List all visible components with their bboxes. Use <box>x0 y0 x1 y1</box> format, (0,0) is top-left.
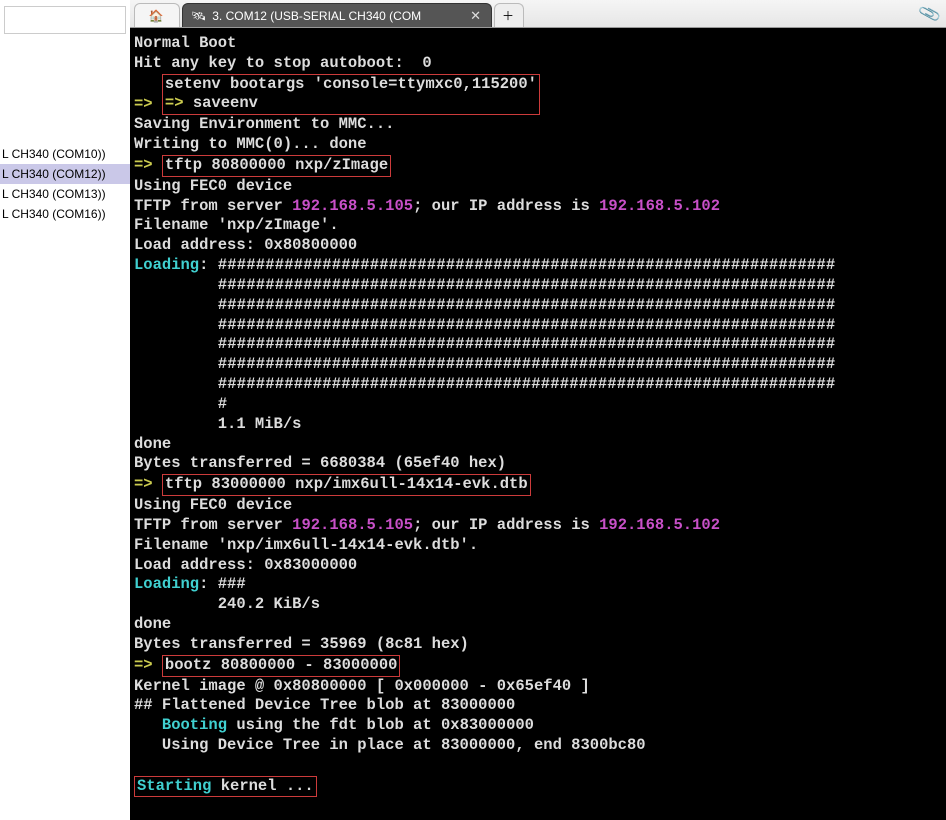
tab-add[interactable]: ＋ <box>494 3 524 27</box>
line: Saving Environment to MMC... <box>134 115 394 133</box>
line: Load address: 0x83000000 <box>134 556 357 574</box>
sidebar-item-label: L CH340 (COM12)) <box>2 167 106 181</box>
booting-label: Booting <box>162 716 227 734</box>
line: : ### <box>199 575 246 593</box>
line: done <box>134 435 171 453</box>
main-area: 🏠 🛰 3. COM12 (USB-SERIAL CH340 (COM ✕ ＋ … <box>130 0 946 820</box>
home-icon: 🏠 <box>149 9 164 23</box>
cmd-saveenv: saveenv <box>193 94 258 112</box>
line: 240.2 KiB/s <box>134 595 320 613</box>
line: using the fdt blob at 0x83000000 <box>227 716 534 734</box>
line: Filename 'nxp/imx6ull-14x14-evk.dtb'. <box>134 536 478 554</box>
loading-label: Loading <box>134 575 199 593</box>
sidebar-item-com10[interactable]: L CH340 (COM10)) <box>0 144 130 164</box>
line: ; our IP address is <box>413 197 599 215</box>
line: Hit any key to stop autoboot: 0 <box>134 54 432 72</box>
cmd-bootz: bootz 80800000 - 83000000 <box>165 656 398 674</box>
progress-hash: ########################################… <box>218 335 836 353</box>
line: ; our IP address is <box>413 516 599 534</box>
line: Filename 'nxp/zImage'. <box>134 216 339 234</box>
line: Using Device Tree in place at 83000000, … <box>134 736 646 754</box>
prompt: => <box>134 156 162 174</box>
terminal-output[interactable]: Normal Boot Hit any key to stop autoboot… <box>130 28 946 820</box>
progress-hash: # <box>218 395 227 413</box>
paperclip-icon[interactable]: 📎 <box>917 1 943 27</box>
tab-label: 3. COM12 (USB-SERIAL CH340 (COM <box>212 9 470 23</box>
port-list: L CH340 (COM10)) L CH340 (COM12)) L CH34… <box>0 144 130 224</box>
progress-hash: ########################################… <box>218 316 836 334</box>
cmd-tftp-kernel: tftp 80800000 nxp/zImage <box>165 156 388 174</box>
prompt: => <box>165 94 193 112</box>
client-ip: 192.168.5.102 <box>599 516 720 534</box>
line: Bytes transferred = 6680384 (65ef40 hex) <box>134 454 506 472</box>
progress-hash: ########################################… <box>218 276 836 294</box>
line: Using FEC0 device <box>134 496 292 514</box>
sidebar: L CH340 (COM10)) L CH340 (COM12)) L CH34… <box>0 0 130 820</box>
tab-home[interactable]: 🏠 <box>134 3 180 27</box>
progress-hash: ########################################… <box>218 355 836 373</box>
progress-hash: ########################################… <box>218 375 836 393</box>
server-ip: 192.168.5.105 <box>292 516 413 534</box>
progress-hash: ########################################… <box>218 256 836 274</box>
tab-com12-session[interactable]: 🛰 3. COM12 (USB-SERIAL CH340 (COM ✕ <box>182 3 492 27</box>
sidebar-item-label: L CH340 (COM13)) <box>2 187 106 201</box>
client-ip: 192.168.5.102 <box>599 197 720 215</box>
line: Using FEC0 device <box>134 177 292 195</box>
line: kernel ... <box>211 777 313 795</box>
line: Normal Boot <box>134 34 236 52</box>
prompt: => <box>134 475 162 493</box>
starting-label: Starting <box>137 777 211 795</box>
sidebar-item-com13[interactable]: L CH340 (COM13)) <box>0 184 130 204</box>
line: TFTP from server <box>134 516 292 534</box>
line <box>134 716 162 734</box>
tab-bar: 🏠 🛰 3. COM12 (USB-SERIAL CH340 (COM ✕ ＋ … <box>130 0 946 28</box>
loading-label: Loading <box>134 256 199 274</box>
sidebar-item-com16[interactable]: L CH340 (COM16)) <box>0 204 130 224</box>
line: Bytes transferred = 35969 (8c81 hex) <box>134 635 469 653</box>
line: Load address: 0x80800000 <box>134 236 357 254</box>
sidebar-item-com12[interactable]: L CH340 (COM12)) <box>0 164 130 184</box>
session-icon: 🛰 <box>191 9 206 23</box>
sidebar-empty-field <box>4 6 126 34</box>
line: done <box>134 615 171 633</box>
cmd-setenv: setenv bootargs 'console=ttymxc0,115200' <box>165 75 537 93</box>
line: TFTP from server <box>134 197 292 215</box>
prompt: => <box>134 94 162 112</box>
sidebar-item-label: L CH340 (COM10)) <box>2 147 106 161</box>
prompt: => <box>134 656 162 674</box>
cmd-tftp-dtb: tftp 83000000 nxp/imx6ull-14x14-evk.dtb <box>165 475 528 493</box>
line: ## Flattened Device Tree blob at 8300000… <box>134 696 515 714</box>
server-ip: 192.168.5.105 <box>292 197 413 215</box>
sidebar-item-label: L CH340 (COM16)) <box>2 207 106 221</box>
line: 1.1 MiB/s <box>134 415 301 433</box>
line: Writing to MMC(0)... done <box>134 135 367 153</box>
progress-hash: ########################################… <box>218 296 836 314</box>
line: : <box>199 256 218 274</box>
line: Kernel image @ 0x80800000 [ 0x000000 - 0… <box>134 677 590 695</box>
plus-icon: ＋ <box>502 7 514 24</box>
close-icon[interactable]: ✕ <box>470 8 481 24</box>
